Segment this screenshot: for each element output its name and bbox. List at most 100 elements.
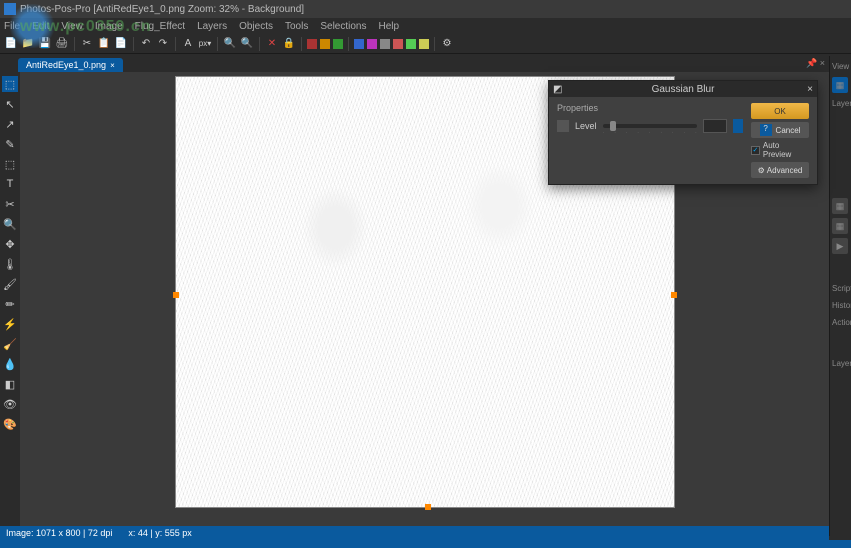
zoomin-icon[interactable]: 🔍 xyxy=(223,37,237,51)
print-icon[interactable]: 🖨 xyxy=(55,37,69,51)
level-label: Level xyxy=(575,121,597,131)
color-tool-icon[interactable]: 🎨 xyxy=(2,416,18,432)
zoom-tool-icon[interactable]: 🔍 xyxy=(2,216,18,232)
menu-help[interactable]: Help xyxy=(378,21,399,32)
menu-file[interactable]: File xyxy=(4,21,20,32)
swatch-icon[interactable] xyxy=(320,39,330,49)
separator xyxy=(217,37,218,51)
checkbox-icon[interactable]: ✓ xyxy=(751,146,760,155)
lock-icon[interactable]: 🔒 xyxy=(282,37,296,51)
swatch-icon[interactable] xyxy=(333,39,343,49)
window-title: Photos-Pos-Pro [AntiRedEye1_0.png Zoom: … xyxy=(20,4,304,15)
swatch-icon[interactable] xyxy=(307,39,317,49)
app-logo-icon xyxy=(4,3,16,15)
separator xyxy=(434,37,435,51)
save-icon[interactable]: 💾 xyxy=(38,37,52,51)
copy-icon[interactable]: 📋 xyxy=(97,37,111,51)
auto-preview-checkbox[interactable]: ✓ Auto Preview xyxy=(751,141,809,159)
swatch-icon[interactable] xyxy=(380,39,390,49)
menu-objects[interactable]: Objects xyxy=(239,21,273,32)
swatch-icon[interactable] xyxy=(393,39,403,49)
status-cursor: x: 44 | y: 555 px xyxy=(128,528,191,538)
ok-button[interactable]: OK xyxy=(751,103,809,119)
level-slider[interactable]: ········· xyxy=(603,124,697,128)
blur-tool-icon[interactable]: 💧 xyxy=(2,356,18,372)
separator xyxy=(133,37,134,51)
zoomout-icon[interactable]: 🔍 xyxy=(240,37,254,51)
close-icon[interactable]: ✕ xyxy=(265,37,279,51)
pen-tool-icon[interactable]: ✎ xyxy=(2,136,18,152)
selection-tool-icon[interactable]: ⬚ xyxy=(2,76,18,92)
text-icon[interactable]: A xyxy=(181,37,195,51)
cut-icon[interactable]: ✂ xyxy=(80,37,94,51)
gear-icon[interactable]: ⚙ xyxy=(440,37,454,51)
properties-label: Properties xyxy=(557,103,743,113)
panel-tab-history[interactable]: History xyxy=(832,299,849,312)
new-icon[interactable]: 📄 xyxy=(4,37,18,51)
menu-image[interactable]: Image xyxy=(95,21,123,32)
swatch-icon[interactable] xyxy=(354,39,364,49)
level-input[interactable] xyxy=(703,119,727,133)
menu-selections[interactable]: Selections xyxy=(320,21,366,32)
separator xyxy=(301,37,302,51)
menu-tools[interactable]: Tools xyxy=(285,21,308,32)
text-tool-icon[interactable]: T xyxy=(2,176,18,192)
panel-icon[interactable]: ▶ xyxy=(832,238,848,254)
redeye-tool-icon[interactable]: 👁 xyxy=(2,396,18,412)
panel-tab-layers[interactable]: Layers xyxy=(832,97,849,110)
separator xyxy=(175,37,176,51)
separator xyxy=(348,37,349,51)
shape-tool-icon[interactable]: ⬚ xyxy=(2,156,18,172)
swatch-icon[interactable] xyxy=(367,39,377,49)
dialog-titlebar[interactable]: ◩ Gaussian Blur × xyxy=(549,81,817,97)
gear-icon: ⚙ xyxy=(758,166,765,175)
advanced-button[interactable]: ⚙Advanced xyxy=(751,162,809,178)
menu-layers[interactable]: Layers xyxy=(197,21,227,32)
panel-icon[interactable]: ▦ xyxy=(832,218,848,234)
panel-tab-view[interactable]: View xyxy=(832,60,849,73)
gradient-tool-icon[interactable]: ◧ xyxy=(2,376,18,392)
gaussian-blur-dialog: ◩ Gaussian Blur × Properties Level ·····… xyxy=(548,80,818,185)
redo-icon[interactable]: ↷ xyxy=(156,37,170,51)
pointer-tool-icon[interactable]: ↗ xyxy=(2,116,18,132)
separator xyxy=(259,37,260,51)
cancel-button[interactable]: ?Cancel xyxy=(751,122,809,138)
eyedropper-tool-icon[interactable]: 🌡 xyxy=(2,256,18,272)
menu-edit[interactable]: Edit xyxy=(32,21,49,32)
panel-tab-scripting[interactable]: Scripting xyxy=(832,282,849,295)
swatch-icon[interactable] xyxy=(406,39,416,49)
panel-tab-layers2[interactable]: Layers xyxy=(832,357,849,370)
wand-tool-icon[interactable]: ⚡ xyxy=(2,316,18,332)
panel-tab-actions[interactable]: Actions xyxy=(832,316,849,329)
panel-pin-icon[interactable]: 📌 × xyxy=(806,58,825,69)
info-icon: ? xyxy=(760,124,772,136)
scissors-tool-icon[interactable]: ✂ xyxy=(2,196,18,212)
brush-tool-icon[interactable]: 🖌 xyxy=(2,276,18,292)
menu-bar: File Edit View Image Flug_Effect Layers … xyxy=(0,18,851,34)
document-tab[interactable]: AntiRedEye1_0.png × xyxy=(18,58,123,72)
title-bar: Photos-Pos-Pro [AntiRedEye1_0.png Zoom: … xyxy=(0,0,851,18)
dialog-close-icon[interactable]: × xyxy=(807,84,813,95)
level-spinner[interactable] xyxy=(733,119,743,133)
dialog-icon: ◩ xyxy=(553,84,563,94)
units-icon[interactable]: px▾ xyxy=(198,37,212,51)
right-sidebar: View ▦ Layers ▦ ▦ ▶ Scripting History Ac… xyxy=(829,56,851,536)
level-icon xyxy=(557,120,569,132)
panel-icon[interactable]: ▦ xyxy=(832,198,848,214)
status-bar: Image: 1071 x 800 | 72 dpi x: 44 | y: 55… xyxy=(0,526,829,540)
menu-view[interactable]: View xyxy=(61,21,83,32)
pencil-tool-icon[interactable]: ✏ xyxy=(2,296,18,312)
hand-tool-icon[interactable]: ✥ xyxy=(2,236,18,252)
menu-flugeffect[interactable]: Flug_Effect xyxy=(135,21,185,32)
tab-close-icon[interactable]: × xyxy=(110,61,115,70)
separator xyxy=(74,37,75,51)
swatch-icon[interactable] xyxy=(419,39,429,49)
move-tool-icon[interactable]: ↖ xyxy=(2,96,18,112)
bottom-strip xyxy=(0,540,851,548)
paste-icon[interactable]: 📄 xyxy=(114,37,128,51)
eraser-tool-icon[interactable]: 🧹 xyxy=(2,336,18,352)
layers-panel-icon[interactable]: ▦ xyxy=(832,77,848,93)
left-toolbox: ⬚ ↖ ↗ ✎ ⬚ T ✂ 🔍 ✥ 🌡 🖌 ✏ ⚡ 🧹 💧 ◧ 👁 🎨 xyxy=(0,72,20,532)
open-icon[interactable]: 📁 xyxy=(21,37,35,51)
undo-icon[interactable]: ↶ xyxy=(139,37,153,51)
